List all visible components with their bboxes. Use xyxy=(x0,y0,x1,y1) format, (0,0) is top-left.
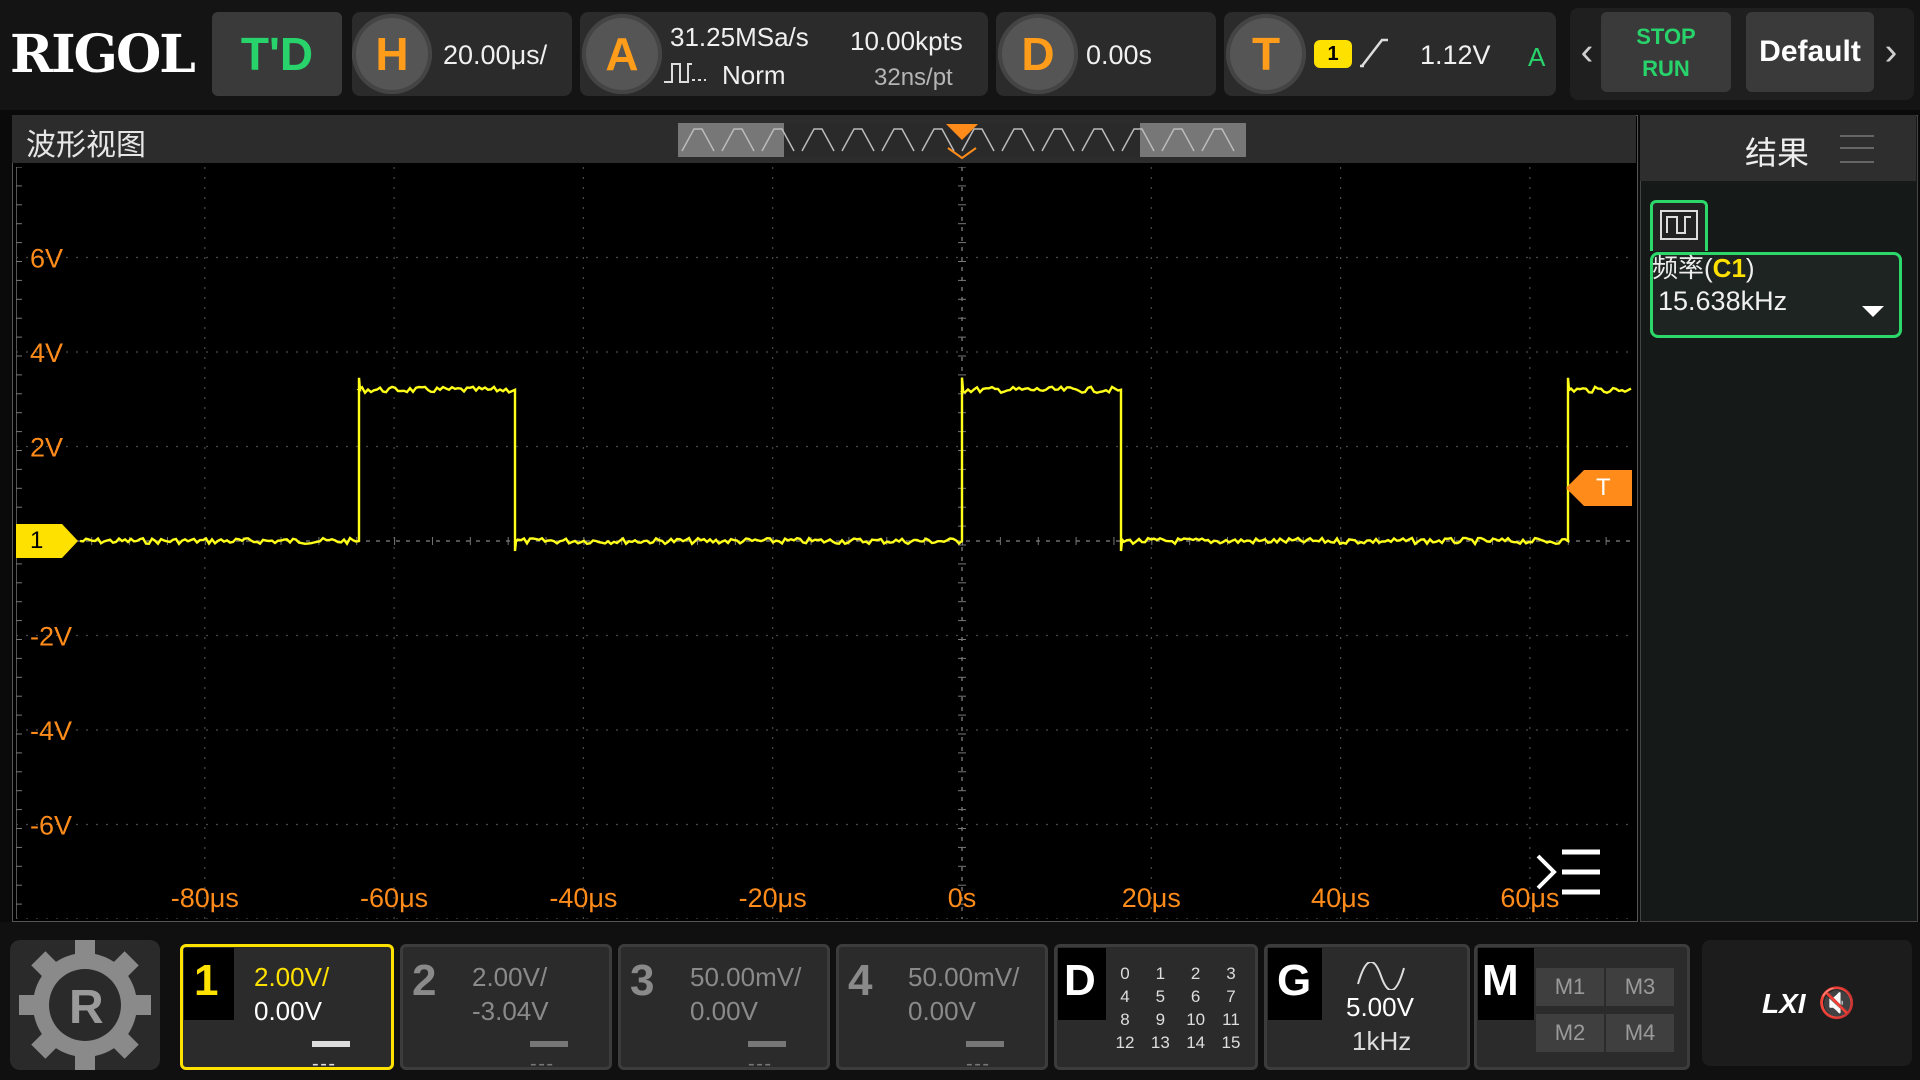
stop-label: STOP xyxy=(1636,24,1696,49)
measurement-value: 15.638kHz xyxy=(1658,286,1788,316)
digital-channel-label: 5 xyxy=(1155,987,1166,1006)
channel-1-marker-label: 1 xyxy=(30,527,44,554)
trigger-level-label: T xyxy=(1596,474,1611,501)
horizontal-scale: 20.00μs/ xyxy=(443,40,548,70)
digital-channel-label: 8 xyxy=(1120,1010,1130,1029)
channel-1-coupling-icon: ▬▬ - - - xyxy=(312,1030,350,1075)
result-menu-icon[interactable] xyxy=(1840,135,1874,163)
waveform-menu-icon[interactable] xyxy=(1534,846,1604,903)
channel-3-scale: 50.00mV/ xyxy=(690,962,802,992)
measurement-icon[interactable] xyxy=(1650,200,1708,251)
math-m2-button[interactable]: M2 xyxy=(1536,1014,1604,1052)
delay-button[interactable]: D xyxy=(998,14,1078,94)
digital-channel-label: 2 xyxy=(1190,964,1201,983)
channel-4-coupling-icon: ▬▬ - - - xyxy=(966,1030,1004,1075)
trigger-mode: A xyxy=(1528,42,1546,72)
channel-2-offset: -3.04V xyxy=(472,996,549,1026)
memory-depth: 10.00kpts xyxy=(850,26,963,56)
digital-channel-label: 6 xyxy=(1190,987,1201,1006)
digital-channel-label: 0 xyxy=(1120,964,1130,983)
generator-frequency: 1kHz xyxy=(1352,1026,1412,1056)
channel-4-scale: 50.00mV/ xyxy=(908,962,1020,992)
x-axis-label: -60μs xyxy=(360,883,428,913)
digital-channel-label: 9 xyxy=(1155,1010,1166,1029)
digital-channel-label: 12 xyxy=(1115,1033,1135,1052)
rigol-logo: RIGOL xyxy=(10,24,196,85)
channel-4-number: 4 xyxy=(848,956,873,1005)
default-button[interactable]: Default xyxy=(1746,12,1874,92)
digital-channel-label: 13 xyxy=(1150,1033,1170,1052)
math-letter: M xyxy=(1482,956,1519,1005)
x-axis-label: -40μs xyxy=(549,883,617,913)
math-m3-button[interactable]: M3 xyxy=(1606,968,1674,1006)
channel-1-offset: 0.00V xyxy=(254,996,322,1026)
home-menu-button[interactable]: R xyxy=(10,939,160,1071)
channel-2-coupling-icon: ▬▬ - - - xyxy=(530,1030,568,1075)
acquire-mode-icon xyxy=(662,58,708,91)
math-m1-button[interactable]: M1 xyxy=(1536,968,1604,1006)
stop-run-button[interactable]: STOP RUN xyxy=(1601,12,1731,92)
measurement-source: C1 xyxy=(1712,253,1746,283)
x-axis-label: 0s xyxy=(948,883,977,913)
digital-channel-label: 7 xyxy=(1226,987,1236,1006)
math-m4-button[interactable]: M4 xyxy=(1606,1014,1674,1052)
sample-rate: 31.25MSa/s xyxy=(670,22,809,52)
channel-1-scale: 2.00V/ xyxy=(254,962,330,992)
delay-value: 0.00s xyxy=(1086,40,1153,70)
digital-letter: D xyxy=(1064,956,1096,1005)
x-axis-label: 20μs xyxy=(1122,883,1181,913)
y-axis-label: -4V xyxy=(30,716,72,746)
channel-3-number: 3 xyxy=(630,956,655,1005)
result-title: 结果 xyxy=(1745,135,1810,171)
trigger-source-badge: 1 xyxy=(1314,40,1352,68)
mute-icon[interactable]: 🔇 xyxy=(1818,986,1855,1021)
digital-channel-label: 14 xyxy=(1186,1033,1206,1052)
digital-channel-label: 15 xyxy=(1221,1033,1241,1052)
touch-display-mode-button[interactable]: T'D xyxy=(212,12,342,96)
acquire-mode: Norm xyxy=(722,60,786,90)
channel-1-offset-marker[interactable]: 1 xyxy=(16,524,80,558)
y-axis-label: 4V xyxy=(30,338,63,368)
x-axis-label: 40μs xyxy=(1311,883,1370,913)
x-axis-label: -20μs xyxy=(739,883,807,913)
waveform-view-title: 波形视图 xyxy=(26,129,146,162)
svg-text:R: R xyxy=(69,981,104,1034)
y-axis-label: -6V xyxy=(30,811,72,841)
trigger-button[interactable]: T xyxy=(1226,14,1306,94)
y-axis-label: 2V xyxy=(30,433,63,463)
digital-channel-label: 3 xyxy=(1226,964,1236,983)
acquire-button[interactable]: A xyxy=(582,14,662,94)
generator-letter: G xyxy=(1277,956,1312,1005)
y-axis-label: 6V xyxy=(30,244,63,274)
generator-amplitude: 5.00V xyxy=(1346,992,1414,1022)
digital-channel-label: 10 xyxy=(1186,1010,1206,1029)
y-axis-label: -2V xyxy=(30,622,72,652)
x-axis-label: -80μs xyxy=(171,883,239,913)
horizontal-button[interactable]: H xyxy=(352,14,432,94)
time-resolution: 32ns/pt xyxy=(874,64,953,91)
channel-4-offset: 0.00V xyxy=(908,996,976,1026)
run-label: RUN xyxy=(1642,56,1690,81)
measurement-label: 频率(C1) xyxy=(1652,253,1755,283)
channel-1-number: 1 xyxy=(194,956,219,1005)
rising-edge-icon xyxy=(1358,34,1390,75)
channel-2-scale: 2.00V/ xyxy=(472,962,548,992)
trigger-level: 1.12V xyxy=(1420,40,1491,70)
digital-channel-label: 11 xyxy=(1222,1010,1240,1029)
channel-2-number: 2 xyxy=(412,956,437,1005)
digital-channel-label: 1 xyxy=(1155,964,1166,983)
trigger-level-marker[interactable]: T xyxy=(1566,470,1632,506)
waveform-grid[interactable]: 6V 4V 2V -2V -4V -6V -80μs -60μs -40μs -20μs 0s 20… xyxy=(16,167,1632,919)
status-area xyxy=(1702,940,1912,1066)
channel-3-coupling-icon: ▬▬ - - - xyxy=(748,1030,786,1075)
measurement-dropdown-icon[interactable] xyxy=(1862,306,1884,317)
sine-wave-icon xyxy=(1356,961,1406,995)
chevron-left-icon[interactable]: ‹ xyxy=(1574,12,1600,92)
channel-3-offset: 0.00V xyxy=(690,996,758,1026)
chevron-right-icon[interactable]: › xyxy=(1878,12,1904,92)
lxi-icon[interactable]: LXI xyxy=(1762,988,1806,1020)
digital-channel-grid: 0 1 2 3 4 5 6 7 8 9 10 11 12 13 14 15 xyxy=(1108,964,1248,1056)
digital-channel-label: 4 xyxy=(1120,987,1130,1006)
